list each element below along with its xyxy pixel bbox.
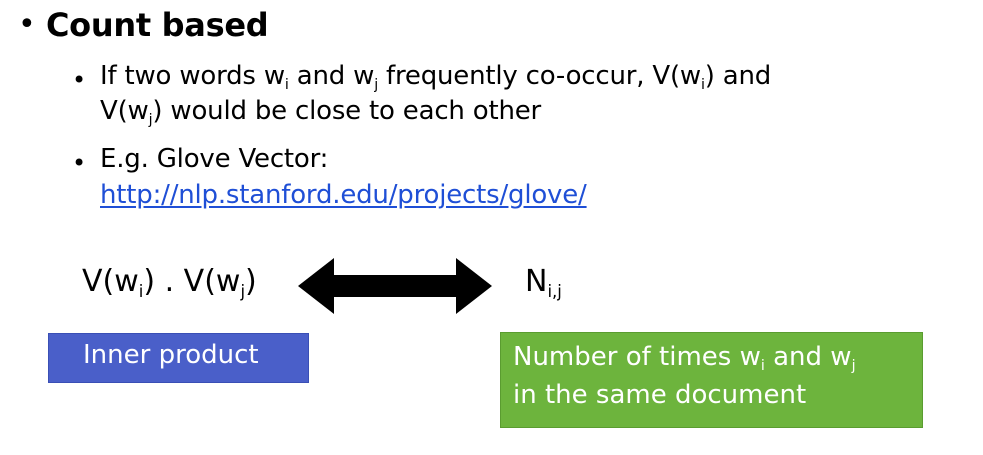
slide-heading: Count based (46, 6, 269, 44)
formula-inner-product: V(wi) . V(wj) (82, 264, 257, 301)
sub-bullet-1: • (72, 66, 87, 94)
cooccurrence-line-1: Number of times wi and wj (513, 342, 856, 374)
formula-count: Ni,j (525, 264, 562, 301)
double-arrow-icon (298, 258, 492, 314)
cooccurrence-line-2: in the same document (513, 379, 807, 410)
inner-product-box: Inner product (48, 333, 309, 383)
bullet-1-line-1: If two words wi and wj frequently co-occ… (100, 61, 772, 93)
bullet-2-text: E.g. Glove Vector: (100, 144, 329, 174)
glove-link[interactable]: http://nlp.stanford.edu/projects/glove/ (100, 180, 587, 211)
bullet-1-line-2: V(wj) would be close to each other (100, 96, 542, 128)
sub-bullet-2: • (72, 149, 87, 177)
heading-bullet: • (18, 7, 36, 42)
cooccurrence-box: Number of times wi and wj in the same do… (500, 332, 923, 428)
